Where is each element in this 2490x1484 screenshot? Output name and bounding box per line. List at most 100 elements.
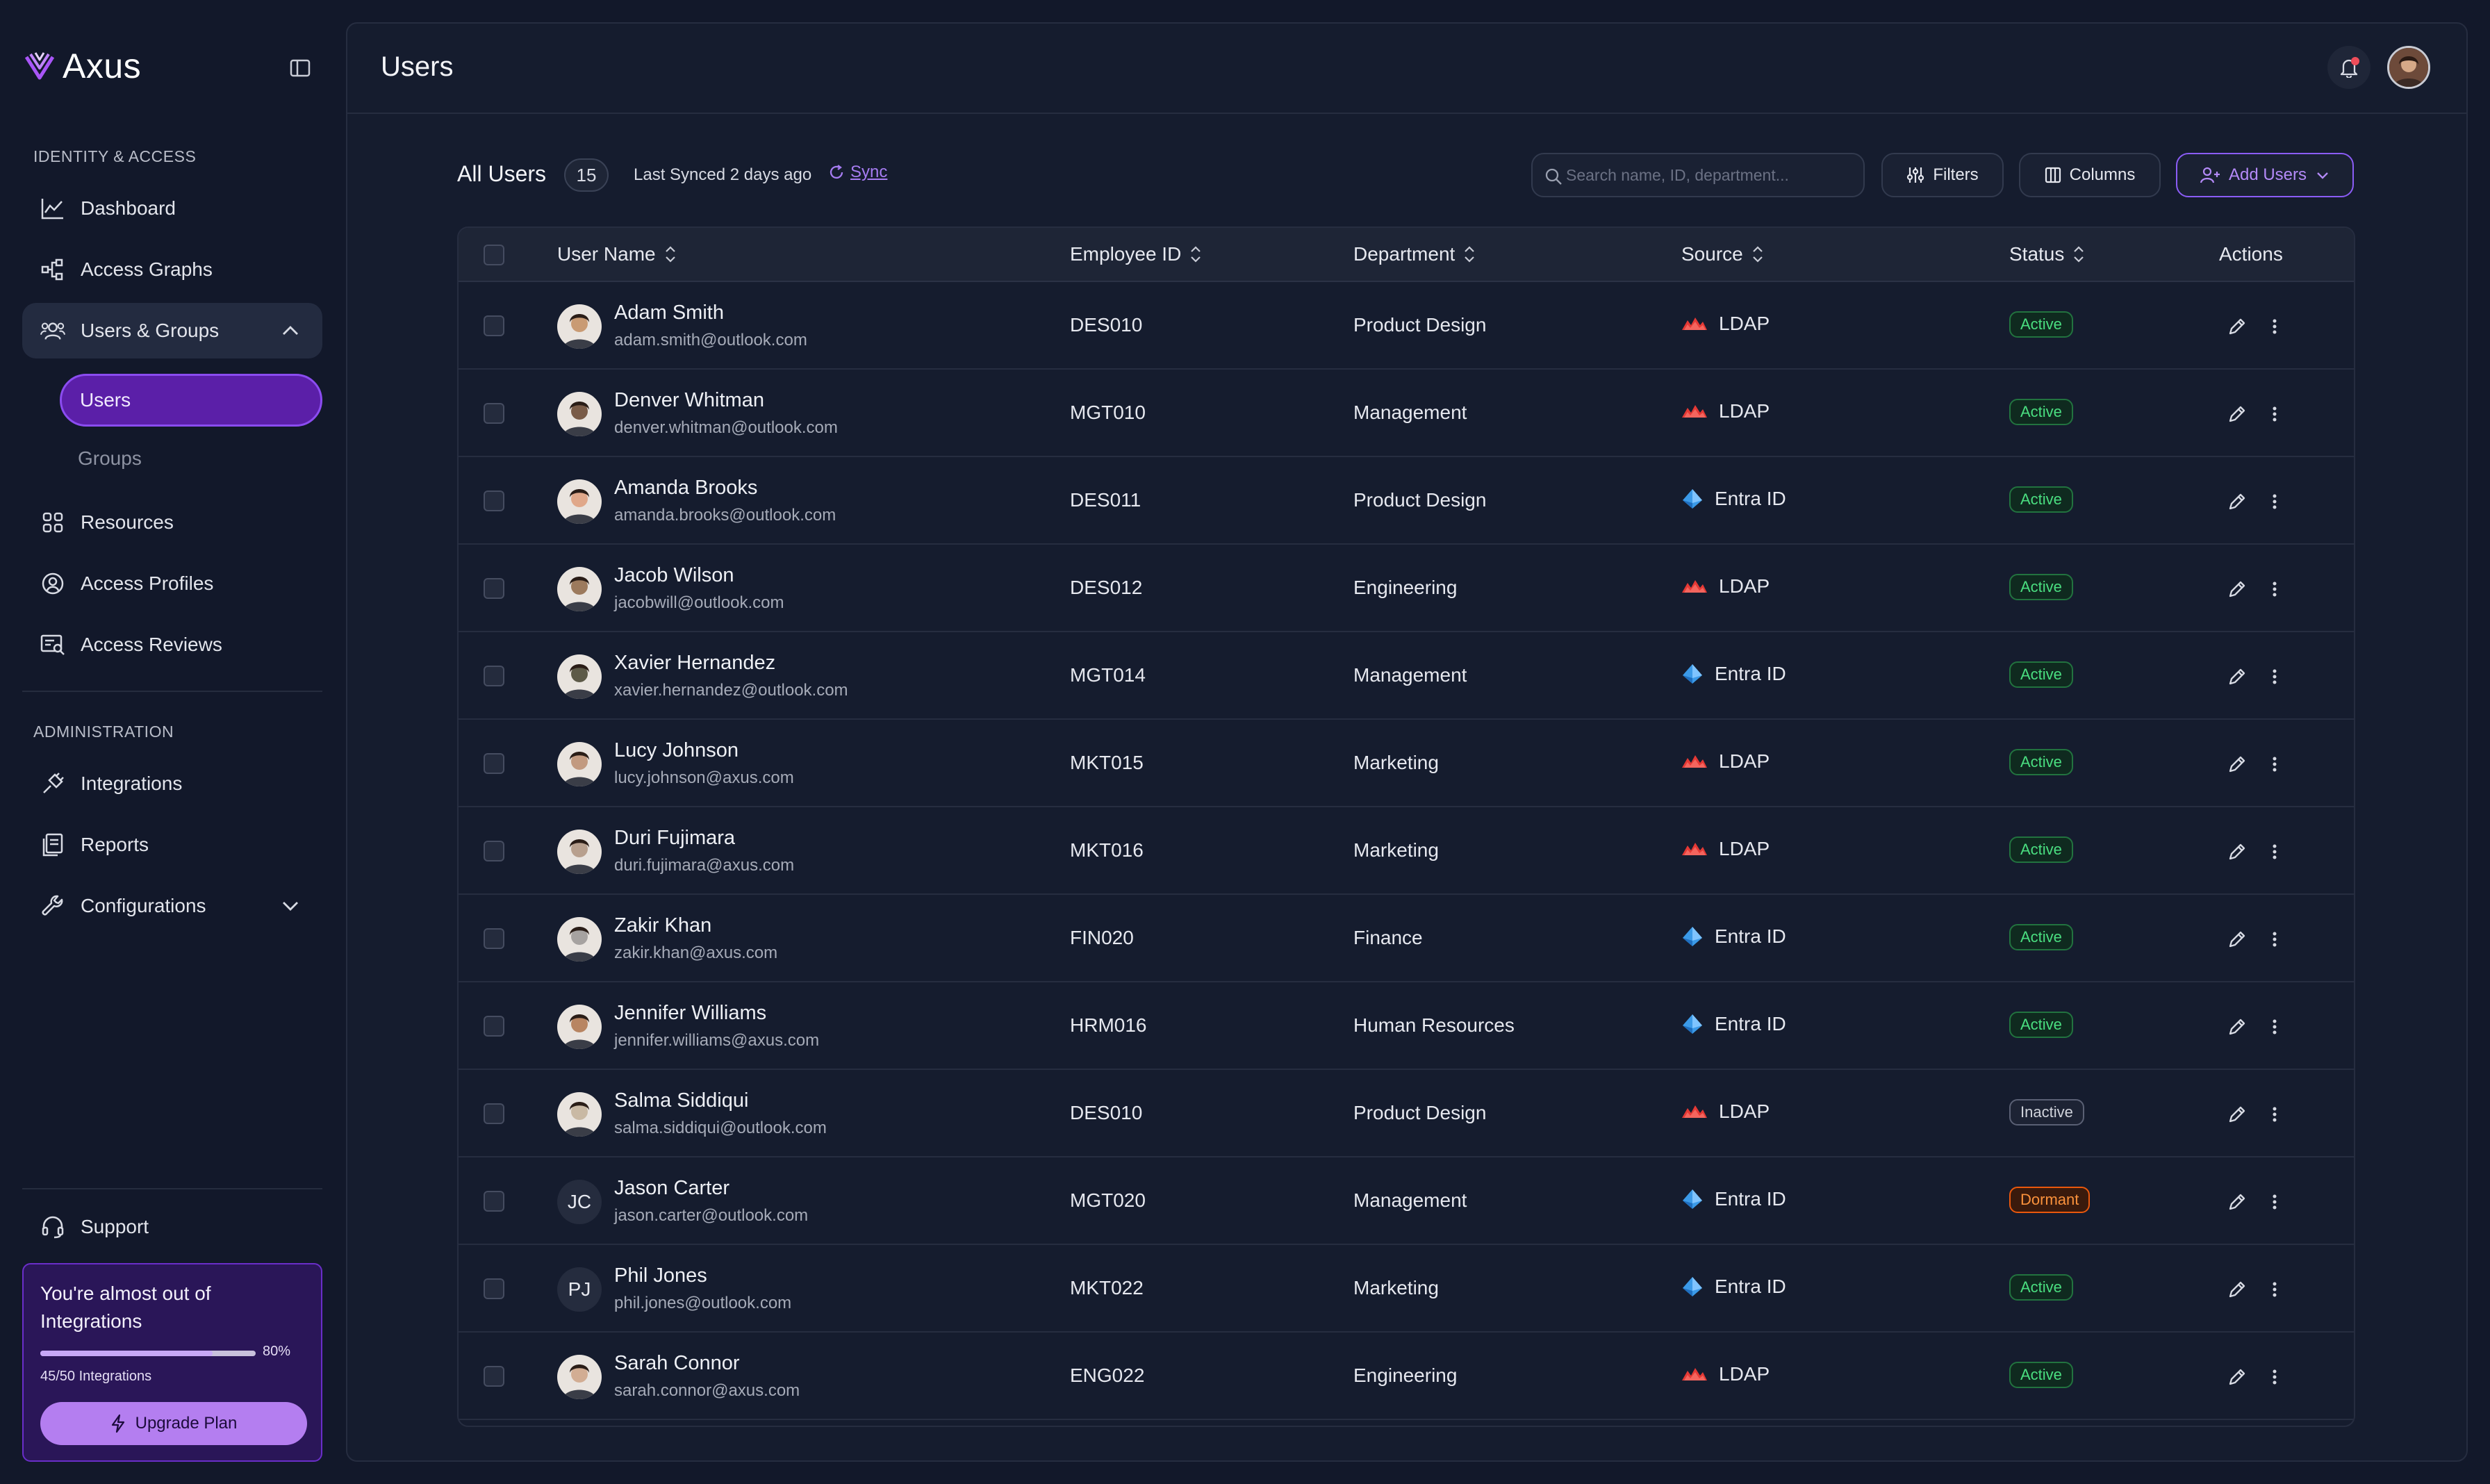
table-row[interactable]: Jacob Wilson jacobwill@outlook.com DES012 E…: [459, 545, 2354, 632]
column-header-department[interactable]: Department: [1353, 243, 1476, 265]
add-users-button[interactable]: Add Users: [2176, 153, 2354, 197]
brand[interactable]: Axus: [24, 46, 141, 86]
edit-icon[interactable]: [2226, 928, 2248, 950]
edit-icon[interactable]: [2226, 1366, 2248, 1388]
more-vertical-icon[interactable]: [2268, 666, 2282, 688]
source-label: LDAP: [1719, 750, 1770, 772]
more-vertical-icon[interactable]: [2268, 315, 2282, 338]
select-all-checkbox[interactable]: [484, 245, 504, 265]
table-row[interactable]: Zakir Khan zakir.khan@axus.com FIN020 Finan…: [459, 895, 2354, 982]
sidebar-collapse-button[interactable]: [286, 54, 314, 82]
more-vertical-icon[interactable]: [2268, 1278, 2282, 1301]
table-row[interactable]: PJ Phil Jones phil.jones@outlook.com MKT022…: [459, 1245, 2354, 1333]
sync-link[interactable]: Sync: [828, 163, 887, 182]
nav-item-access-profiles[interactable]: Access Profiles: [22, 556, 322, 611]
user-name[interactable]: Lucy Johnson: [614, 739, 739, 762]
nav-item-reports[interactable]: Reports: [22, 817, 322, 873]
table-row[interactable]: Amanda Brooks amanda.brooks@outlook.com DE…: [459, 457, 2354, 545]
user-name[interactable]: Jacob Wilson: [614, 564, 734, 587]
employee-id: DES010: [1070, 314, 1143, 336]
more-vertical-icon[interactable]: [2268, 1103, 2282, 1126]
row-checkbox[interactable]: [484, 1191, 504, 1212]
table-row[interactable]: JC Jason Carter jason.carter@outlook.com MG…: [459, 1157, 2354, 1245]
nav-item-configurations[interactable]: Configurations: [22, 878, 322, 934]
filters-button[interactable]: Filters: [1881, 153, 2004, 197]
user-name[interactable]: Sarah Connor: [614, 1352, 740, 1375]
row-checkbox[interactable]: [484, 928, 504, 949]
user-email: jennifer.williams@axus.com: [614, 1031, 820, 1050]
more-vertical-icon[interactable]: [2268, 1016, 2282, 1038]
more-vertical-icon[interactable]: [2268, 1366, 2282, 1388]
edit-icon[interactable]: [2226, 1016, 2248, 1038]
edit-icon[interactable]: [2226, 841, 2248, 863]
edit-icon[interactable]: [2226, 1191, 2248, 1213]
more-vertical-icon[interactable]: [2268, 841, 2282, 863]
more-vertical-icon[interactable]: [2268, 490, 2282, 513]
row-checkbox[interactable]: [484, 841, 504, 861]
notifications-button[interactable]: [2327, 46, 2371, 89]
source-label: Entra ID: [1715, 1188, 1786, 1210]
edit-icon[interactable]: [2226, 1278, 2248, 1301]
row-checkbox[interactable]: [484, 753, 504, 774]
more-vertical-icon[interactable]: [2268, 753, 2282, 775]
sort-icon: [1191, 246, 1201, 263]
row-checkbox[interactable]: [484, 490, 504, 511]
user-name[interactable]: Duri Fujimara: [614, 827, 735, 850]
edit-icon[interactable]: [2226, 753, 2248, 775]
edit-icon[interactable]: [2226, 403, 2248, 425]
more-vertical-icon[interactable]: [2268, 1191, 2282, 1213]
sub-item-groups[interactable]: Groups: [60, 432, 322, 485]
table-row[interactable]: Sarah Connor sarah.connor@axus.com ENG022 E…: [459, 1333, 2354, 1420]
edit-icon[interactable]: [2226, 315, 2248, 338]
nav-item-dashboard[interactable]: Dashboard: [22, 181, 322, 236]
sub-item-users[interactable]: Users: [60, 374, 322, 427]
user-name[interactable]: Zakir Khan: [614, 914, 711, 937]
nav-item-users-groups[interactable]: Users & Groups: [22, 303, 322, 358]
column-header-employee-id[interactable]: Employee ID: [1070, 243, 1202, 265]
more-vertical-icon[interactable]: [2268, 928, 2282, 950]
column-header-status[interactable]: Status: [2009, 243, 2085, 265]
search-input[interactable]: [1566, 165, 1851, 185]
more-vertical-icon[interactable]: [2268, 578, 2282, 600]
nav-item-integrations[interactable]: Integrations: [22, 756, 322, 811]
user-name[interactable]: Salma Siddiqui: [614, 1089, 748, 1112]
table-row[interactable]: Xavier Hernandez xavier.hernandez@outlook…: [459, 632, 2354, 720]
row-checkbox[interactable]: [484, 578, 504, 599]
row-checkbox[interactable]: [484, 666, 504, 686]
columns-button[interactable]: Columns: [2019, 153, 2161, 197]
user-name[interactable]: Xavier Hernandez: [614, 652, 775, 675]
nav-item-access-graphs[interactable]: Access Graphs: [22, 242, 322, 297]
row-checkbox[interactable]: [484, 1278, 504, 1299]
nav-item-access-reviews[interactable]: Access Reviews: [22, 617, 322, 673]
user-name[interactable]: Denver Whitman: [614, 389, 764, 412]
nav-item-support[interactable]: Support: [22, 1199, 322, 1255]
table-row[interactable]: Denver Whitman denver.whitman@outlook.com…: [459, 370, 2354, 457]
edit-icon[interactable]: [2226, 666, 2248, 688]
table-row[interactable]: Jennifer Williams jennifer.williams@axus.…: [459, 982, 2354, 1070]
user-name[interactable]: Phil Jones: [614, 1264, 707, 1287]
user-avatar[interactable]: [2387, 46, 2430, 89]
table-row[interactable]: Adam Smith adam.smith@outlook.com DES010 Pr…: [459, 282, 2354, 370]
edit-icon[interactable]: [2226, 1103, 2248, 1126]
row-checkbox[interactable]: [484, 1366, 504, 1387]
edit-icon[interactable]: [2226, 490, 2248, 513]
row-checkbox[interactable]: [484, 315, 504, 336]
column-header-user-name[interactable]: User Name: [557, 243, 677, 265]
table-row[interactable]: Lucy Johnson lucy.johnson@axus.com MKT015 M…: [459, 720, 2354, 807]
row-checkbox[interactable]: [484, 1016, 504, 1037]
upgrade-plan-button[interactable]: Upgrade Plan: [40, 1402, 307, 1445]
column-header-source[interactable]: Source: [1681, 243, 1764, 265]
user-name[interactable]: Adam Smith: [614, 302, 724, 324]
status-badge: Active: [2009, 661, 2073, 688]
nav-item-resources[interactable]: Resources: [22, 495, 322, 550]
user-name[interactable]: Jennifer Williams: [614, 1002, 766, 1025]
row-checkbox[interactable]: [484, 1103, 504, 1124]
user-name[interactable]: Jason Carter: [614, 1177, 729, 1200]
user-name[interactable]: Amanda Brooks: [614, 477, 757, 500]
edit-icon[interactable]: [2226, 578, 2248, 600]
table-row[interactable]: Duri Fujimara duri.fujimara@axus.com MKT01…: [459, 807, 2354, 895]
status-badge: Active: [2009, 1274, 2073, 1301]
row-checkbox[interactable]: [484, 403, 504, 424]
more-vertical-icon[interactable]: [2268, 403, 2282, 425]
table-row[interactable]: Salma Siddiqui salma.siddiqui@outlook.com…: [459, 1070, 2354, 1157]
